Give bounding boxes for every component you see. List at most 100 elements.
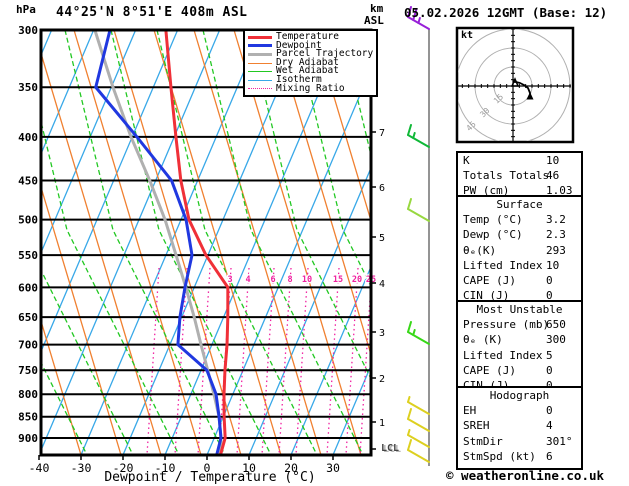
legend-line-sample [248,44,272,48]
legend-item: Mixing Ratio [248,84,376,94]
panel-row: θₑ(K) 293 [458,243,581,258]
pressure-tick-label: 400 [18,131,38,144]
wind-barb-column [407,6,430,466]
mixing-ratio-value-labels: 3 4 6 8 10 15 20 25 [226,274,377,287]
svg-text:6: 6 [270,275,275,285]
panel-row-label: Lifted Index [463,348,543,362]
skewt-sounding-page: 3 4 6 8 10 15 20 25 300 350 400 450 500 550 600 650 700… [0,0,629,486]
pressure-tick-label: 550 [18,249,38,262]
pressure-tick-label: 350 [18,81,38,94]
panel-row-label: θₑ(K) [463,243,497,257]
panel-row: K 10 [458,153,581,168]
panel-row: Lifted Index 5 [458,348,581,363]
panel-row: Pressure (mb) 650 [458,317,581,332]
panel-row: θₑ (K) 300 [458,332,581,347]
km-tick-label: 3 [379,328,385,339]
legend-line-sample [248,35,272,39]
legend-line-sample [248,52,272,56]
panel-row: SREH 4 [458,418,581,433]
panel-row: CAPE (J) 0 [458,273,581,288]
km-tick-label: 1 [379,418,385,429]
panel-row: Totals Totals 46 [458,168,581,183]
panel-row-label: Temp (°C) [463,213,523,227]
panel-row: Temp (°C) 3.2 [458,212,581,227]
panel-row: StmDir 301° [458,434,581,449]
panel-row-label: StmSpd (kt) [463,449,536,463]
svg-text:10: 10 [302,275,312,285]
hodograph-box: Hodograph EH 0 SREH 4 StmDir 301° StmSpd (kt) 6 [456,386,583,470]
km-tick-label: 5 [379,233,385,244]
svg-text:8: 8 [287,275,292,285]
mixing-ratio-lines [146,267,371,455]
legend-line-sample [248,88,272,90]
surface-box: Surface Temp (°C) 3.2 Dewp (°C) 2.3 θₑ(K) 293 L… [456,195,583,306]
wind-barb [407,321,430,345]
panel-row-value: 0 [546,404,553,418]
run-date: 05.02.2026 12GMT (Base: 12) [404,5,608,20]
pressure-axis-unit: hPa [16,3,36,16]
panel-row: Lifted Index 10 [458,258,581,273]
panel-row-label: K [463,154,470,167]
panel-row-value: 2.3 [546,228,566,242]
panel-row-label: CAPE (J) [463,363,516,377]
svg-text:3: 3 [227,275,232,285]
pressure-tick-label: 450 [18,175,38,188]
panel-row-value: 10 [546,154,560,167]
panel-section-title: Surface [496,198,543,211]
wind-barb [407,124,430,148]
lcl-label: LCL [381,443,400,454]
panel-row-label: EH [463,404,477,418]
panel-section-title: Most Unstable [476,303,563,316]
station-title: 44°25'N 8°51'E 408m ASL [56,5,248,20]
indices-box: K 10 Totals Totals 46 PW (cm) 1.03 [456,151,583,201]
copyright: © weatheronline.co.uk [446,468,605,483]
km-tick-label: 4 [379,279,385,290]
panel-row-value: 10 [546,258,560,272]
panel-section-title: Hodograph [489,389,550,402]
panel-row-label: Pressure (mb) [463,318,550,332]
x-axis-title: Dewpoint / Temperature (°C) [104,470,316,485]
panel-row-label: Dewp (°C) [463,228,523,242]
pressure-tick-label: 750 [18,364,38,377]
panel-row-label: CAPE (J) [463,273,516,287]
panel-row-value: 0 [546,273,553,287]
panel-row-label: StmDir [463,434,503,448]
km-tick-label: 6 [379,183,385,194]
panel-row-value: 301° [546,434,573,448]
svg-text:15: 15 [333,275,343,285]
pressure-tick-label: 600 [18,281,38,294]
km-tick-label: 7 [379,128,385,139]
pressure-tick-label: 500 [18,214,38,227]
pressure-tick-label: 850 [18,411,38,424]
pressure-tick-label: 900 [18,432,38,445]
panel-row-value: 4 [546,419,553,433]
panel-row: CAPE (J) 0 [458,363,581,378]
wind-barb [407,429,430,448]
panel-row-value: 5 [546,348,553,362]
km-tick-label: 2 [379,374,385,385]
panel-row-value: 6 [546,449,553,463]
panel-row: StmSpd (kt) 6 [458,449,581,464]
panel-row-value: 0 [546,363,553,377]
legend-line-sample [248,62,272,64]
hodograph-unit-label: kt [461,30,474,41]
panel-row-value: 46 [546,169,560,183]
hodograph: 153045 [455,26,575,144]
panel-row-label: Lifted Index [463,258,543,272]
panel-row-label: SREH [463,419,490,433]
panel-row: EH 0 [458,403,581,418]
altitude-axis-unit-asl: ASL [364,14,384,27]
pressure-tick-label: 800 [18,388,38,401]
panel-row-value: 3.2 [546,213,566,227]
panel-row-value: 650 [546,318,566,332]
panel-row-label: Totals Totals [463,169,550,183]
panel-row-label: θₑ (K) [463,333,503,347]
legend: Temperature Dewpoint Parcel Trajectory Dry … [243,29,378,98]
pressure-tick-label: 650 [18,311,38,324]
legend-line-sample [248,71,272,73]
pressure-tick-label: 300 [18,24,38,37]
pressure-tick-label: 700 [18,339,38,352]
svg-text:20: 20 [352,275,362,285]
sounding-curves [93,30,230,455]
most-unstable-box: Most Unstable Pressure (mb) 650 θₑ (K) 300 Li… [456,300,583,392]
